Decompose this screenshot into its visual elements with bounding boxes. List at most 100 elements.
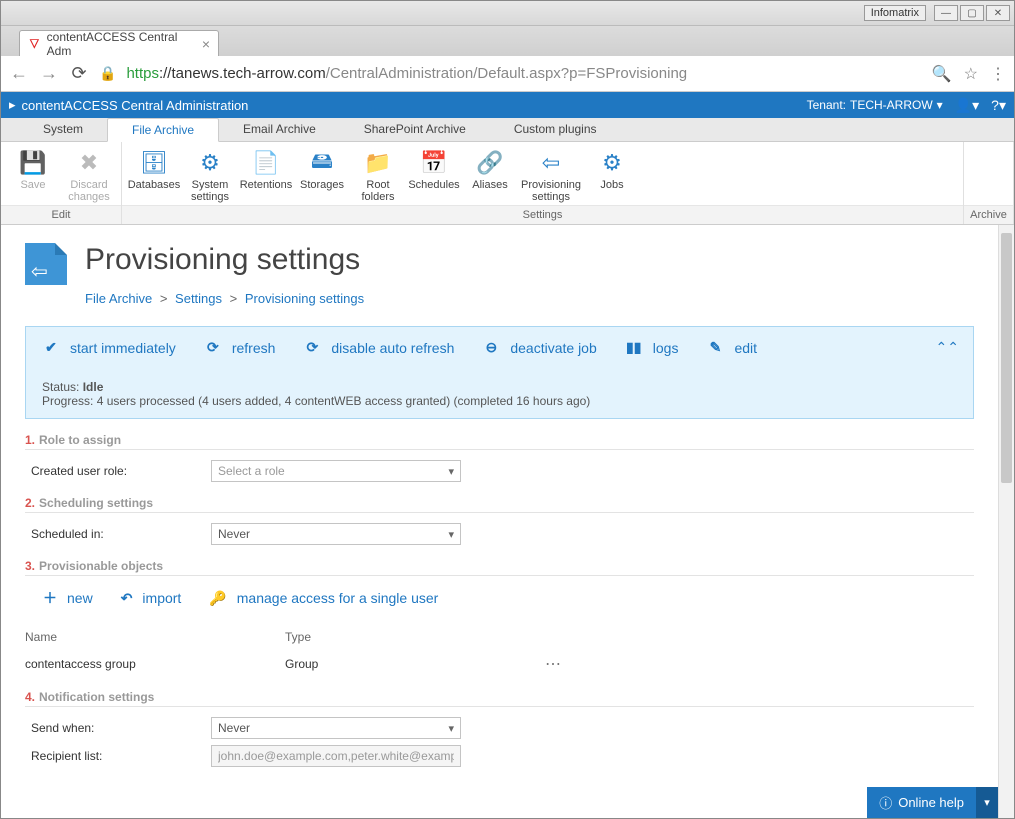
- ribbon-tab-custom-plugins[interactable]: Custom plugins: [490, 118, 621, 141]
- action-label: logs: [653, 340, 679, 356]
- ribbon-tab-email-archive[interactable]: Email Archive: [219, 118, 340, 141]
- scrollbar-thumb[interactable]: [1001, 233, 1012, 483]
- os-titlebar: Infomatrix — ▢ ✕: [1, 1, 1014, 26]
- user-menu-icon[interactable]: 👤▾: [955, 97, 979, 114]
- ribbon-item-label: Discard changes: [63, 179, 115, 203]
- browser-menu-icon[interactable]: ⋮: [990, 64, 1006, 84]
- bookmark-star-icon[interactable]: ☆: [964, 64, 978, 84]
- gear-icon: ⚙: [195, 150, 225, 176]
- reload-button[interactable]: ⟳: [69, 63, 89, 84]
- ribbon-system-settings-button[interactable]: ⚙ System settings: [182, 148, 238, 205]
- url-path: /CentralAdministration/Default.aspx?p=FS…: [326, 65, 687, 82]
- action-deactivate-job[interactable]: ⊖deactivate job: [482, 339, 596, 356]
- scheduled-in-select[interactable]: Never: [211, 523, 461, 545]
- back-button[interactable]: ←: [9, 63, 29, 84]
- provisioning-icon: ⇦: [536, 150, 566, 176]
- ribbon-item-label: Retentions: [240, 179, 293, 191]
- maximize-button[interactable]: ▢: [960, 5, 984, 21]
- breadcrumb-link[interactable]: File Archive: [85, 291, 152, 306]
- action-start-immediately[interactable]: ✔start immediately: [42, 339, 176, 356]
- save-icon: 💾: [18, 150, 48, 176]
- ribbon-item-label: Root folders: [352, 179, 404, 203]
- breadcrumb-current: Provisioning settings: [245, 291, 364, 306]
- page-content: ⇦ Provisioning settings File Archive > S…: [1, 225, 998, 818]
- footer-help: ⓘ Online help ▾: [867, 787, 998, 818]
- minimize-button[interactable]: —: [934, 5, 958, 21]
- browser-toolbar: ← → ⟳ 🔒 https://tanews.tech-arrow.com/Ce…: [1, 56, 1014, 92]
- object-action-new[interactable]: ＋new: [43, 588, 93, 608]
- database-icon: 🗄: [139, 150, 169, 176]
- object-action-manage-access[interactable]: 🔑 manage access for a single user: [209, 588, 438, 608]
- ribbon-group-edit: 💾 Save ✖ Discard changes Edit: [1, 142, 122, 224]
- tab-close-icon[interactable]: ×: [196, 36, 210, 52]
- ribbon-discard-button: ✖ Discard changes: [61, 148, 117, 205]
- created-user-role-select[interactable]: Select a role: [211, 460, 461, 482]
- object-action-import[interactable]: ↶import: [121, 588, 182, 608]
- recipient-list-input[interactable]: [211, 745, 461, 767]
- send-when-label: Send when:: [31, 721, 211, 735]
- favicon-icon: [28, 37, 41, 51]
- refresh-off-icon: ⟳: [303, 339, 321, 356]
- action-label: manage access for a single user: [237, 590, 439, 606]
- ribbon-provisioning-button[interactable]: ⇦Provisioning settings: [518, 148, 584, 205]
- ribbon: 💾 Save ✖ Discard changes Edit 🗄 Databases…: [1, 142, 1014, 225]
- info-icon: ⓘ: [879, 793, 892, 812]
- row-actions-menu[interactable]: ⋯: [545, 654, 974, 674]
- online-help-dropdown[interactable]: ▾: [976, 787, 998, 818]
- ribbon-databases-button[interactable]: 🗄 Databases: [126, 148, 182, 205]
- ribbon-jobs-button[interactable]: ⚙Jobs: [584, 148, 640, 205]
- action-edit[interactable]: ✎edit: [706, 339, 757, 356]
- address-bar[interactable]: https://tanews.tech-arrow.com/CentralAdm…: [126, 65, 921, 82]
- ribbon-tab-sharepoint-archive[interactable]: SharePoint Archive: [340, 118, 490, 141]
- url-host: ://tanews.tech-arrow.com: [159, 65, 326, 82]
- action-label: new: [67, 590, 93, 606]
- browser-tab-title: contentACCESS Central Adm: [47, 30, 190, 58]
- check-icon: ✔: [42, 339, 60, 356]
- help-icon[interactable]: ?▾: [991, 97, 1006, 114]
- ribbon-item-label: Jobs: [600, 179, 623, 191]
- action-label: import: [142, 590, 181, 606]
- ribbon-schedules-button[interactable]: 📅 Schedules: [406, 148, 462, 205]
- ribbon-item-label: System settings: [184, 179, 236, 203]
- zoom-icon[interactable]: 🔍: [932, 64, 952, 84]
- ribbon-root-folders-button[interactable]: 📁Root folders: [350, 148, 406, 205]
- action-refresh[interactable]: ⟳refresh: [204, 339, 276, 356]
- action-label: disable auto refresh: [331, 340, 454, 356]
- logs-icon: ▮▮: [625, 339, 643, 356]
- section-number: 1.: [25, 433, 35, 447]
- action-logs[interactable]: ▮▮ logs: [625, 339, 679, 356]
- recipient-list-label: Recipient list:: [31, 749, 211, 763]
- breadcrumb-link[interactable]: Settings: [175, 291, 222, 306]
- tenant-selector[interactable]: Tenant: TECH-ARROW ▾: [807, 98, 943, 112]
- online-help-button[interactable]: ⓘ Online help: [867, 787, 976, 818]
- action-disable-auto-refresh[interactable]: ⟳ disable auto refresh: [303, 339, 454, 356]
- browser-tab[interactable]: contentACCESS Central Adm ×: [19, 30, 219, 56]
- ribbon-item-label: Schedules: [408, 179, 459, 191]
- send-when-select[interactable]: Never: [211, 717, 461, 739]
- section-role-to-assign: 1.Role to assign Created user role: Sele…: [25, 433, 974, 482]
- collapse-chevron-icon[interactable]: ⌃⌃: [936, 339, 959, 356]
- page-glyph-icon: ⇦: [25, 243, 67, 285]
- section-number: 3.: [25, 559, 35, 573]
- ribbon-item-label: Storages: [300, 179, 344, 191]
- provisionable-objects-table: Name Type contentaccess group Group ⋯: [25, 626, 974, 680]
- ribbon-aliases-button[interactable]: 🔗Aliases: [462, 148, 518, 205]
- section-number: 2.: [25, 496, 35, 510]
- app-badge: Infomatrix: [864, 5, 926, 21]
- close-window-button[interactable]: ✕: [986, 5, 1010, 21]
- ribbon-tab-file-archive[interactable]: File Archive: [107, 118, 219, 142]
- ribbon-item-label: Aliases: [472, 179, 507, 191]
- ribbon-item-label: Databases: [128, 179, 181, 191]
- ribbon-group-label: Archive: [964, 205, 1013, 224]
- page-title: Provisioning settings: [85, 243, 360, 277]
- calendar-icon: 📅: [419, 150, 449, 176]
- url-scheme: https: [126, 65, 159, 82]
- key-icon: 🔑: [209, 590, 226, 607]
- storage-icon: 🖴: [307, 150, 337, 176]
- ribbon-retentions-button[interactable]: 📄Retentions: [238, 148, 294, 205]
- scrollbar[interactable]: [998, 225, 1014, 818]
- section-title: Notification settings: [39, 690, 154, 704]
- ribbon-tab-system[interactable]: System: [19, 118, 107, 141]
- forward-button[interactable]: →: [39, 63, 59, 84]
- ribbon-storages-button[interactable]: 🖴 Storages: [294, 148, 350, 205]
